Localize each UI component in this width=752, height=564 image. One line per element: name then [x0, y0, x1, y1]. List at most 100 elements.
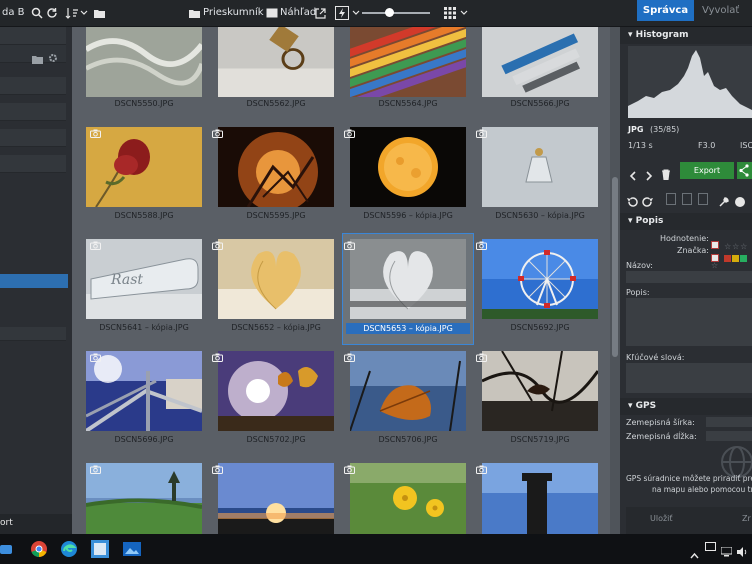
- thumbnail-image[interactable]: [218, 351, 334, 431]
- volume-icon[interactable]: [737, 542, 749, 561]
- thumbnail-cell[interactable]: DSCN5566.JPG: [474, 27, 606, 121]
- arrow-right-icon[interactable]: [645, 166, 653, 185]
- thumbnail-cell[interactable]: DSCN5652 – kópia.JPG: [210, 233, 342, 345]
- thumbnail-filename[interactable]: DSCN5595.JPG: [210, 211, 342, 220]
- color-label-green[interactable]: [740, 255, 748, 262]
- thumbnail-cell[interactable]: DSCN5630 – kópia.JPG: [474, 121, 606, 233]
- folder-tree-selected[interactable]: [0, 274, 68, 288]
- mode-prieskumnik[interactable]: Prieskumník: [203, 7, 264, 18]
- thumbnail-image[interactable]: [86, 463, 202, 534]
- thumbnail-cell[interactable]: [78, 457, 210, 534]
- color-label-yellow[interactable]: [732, 255, 740, 262]
- ulozit-button[interactable]: Uložiť: [650, 514, 673, 523]
- thumbnail-image[interactable]: [350, 239, 466, 319]
- thumbnail-image[interactable]: [482, 351, 598, 431]
- nazov-field[interactable]: [626, 271, 752, 283]
- thumbnail-cell[interactable]: DSCN5562.JPG: [210, 27, 342, 121]
- thumbnail-cell[interactable]: [474, 457, 606, 534]
- thumbnail-image[interactable]: [350, 127, 466, 207]
- color-label-checkbox[interactable]: [711, 254, 719, 262]
- thumbnail-cell[interactable]: [342, 457, 474, 534]
- thumbnail-image[interactable]: [218, 27, 334, 97]
- thumbnail-filename[interactable]: DSCN5652 – kópia.JPG: [210, 323, 342, 332]
- gps-header[interactable]: ▾ GPS: [620, 398, 752, 415]
- folder-tree-row[interactable]: [0, 45, 66, 64]
- thumbnail-filename[interactable]: DSCN5630 – kópia.JPG: [474, 211, 606, 220]
- longitude-field[interactable]: [706, 431, 752, 441]
- thumbnail-filename[interactable]: DSCN5588.JPG: [78, 211, 210, 220]
- thumbnail-image[interactable]: [350, 463, 466, 534]
- export-button[interactable]: Export: [680, 162, 734, 179]
- thumbnail-cell[interactable]: DSCN5692.JPG: [474, 233, 606, 345]
- external-icon[interactable]: [312, 5, 328, 21]
- thumbnail-filename[interactable]: DSCN5653 – kópia.JPG: [346, 323, 470, 334]
- tab-vyvolat[interactable]: Vyvolať: [702, 5, 739, 16]
- preview-icon[interactable]: [264, 5, 280, 21]
- thumbnail-image[interactable]: [86, 127, 202, 207]
- battery-icon[interactable]: [705, 542, 716, 551]
- thumbnail-cell[interactable]: DSCN5550.JPG: [78, 27, 210, 121]
- thumbnail-image[interactable]: [86, 351, 202, 431]
- thumbnail-cell[interactable]: Rast DSCN5641 – kópia.JPG: [78, 233, 210, 345]
- search-icon[interactable]: [29, 5, 45, 21]
- scrollbar-thumb[interactable]: [612, 177, 618, 357]
- thumbnail-size-slider[interactable]: [362, 12, 430, 14]
- folder-tree-row[interactable]: [0, 129, 66, 147]
- thumbnail-image[interactable]: [86, 27, 202, 97]
- color-label-red[interactable]: [724, 255, 732, 262]
- thumbnail-image[interactable]: [218, 463, 334, 534]
- thumbnail-filename[interactable]: DSCN5641 – kópia.JPG: [78, 323, 210, 332]
- thumbnail-filename[interactable]: DSCN5696.JPG: [78, 435, 210, 444]
- thumbnail-image[interactable]: [482, 27, 598, 97]
- chevron-down-icon[interactable]: [76, 5, 92, 21]
- thumbnail-cell[interactable]: DSCN5653 – kópia.JPG: [342, 233, 474, 345]
- latitude-field[interactable]: [706, 417, 752, 427]
- popis-header[interactable]: ▾ Popis: [620, 213, 752, 230]
- thumbnail-image[interactable]: Rast: [86, 239, 202, 319]
- network-icon[interactable]: [720, 542, 733, 561]
- klucove-slova-field[interactable]: [626, 363, 752, 393]
- photos-app-icon[interactable]: [123, 540, 141, 558]
- thumbnail-filename[interactable]: DSCN5692.JPG: [474, 323, 606, 332]
- histogram-header[interactable]: ▾ Histogram: [620, 27, 752, 44]
- folder-tree-row[interactable]: [0, 155, 66, 173]
- chrome-icon[interactable]: [30, 540, 48, 558]
- thumbnail-cell[interactable]: DSCN5696.JPG: [78, 345, 210, 457]
- tab-spravca[interactable]: Správca: [637, 0, 694, 21]
- refresh-icon[interactable]: [44, 5, 60, 21]
- thumbnail-filename[interactable]: DSCN5596 – kópia.JPG: [342, 211, 474, 220]
- thumbnail-cell[interactable]: DSCN5719.JPG: [474, 345, 606, 457]
- thumbnail-image[interactable]: [350, 27, 466, 97]
- zrusit-button[interactable]: Zr: [742, 514, 751, 523]
- thumbnail-filename[interactable]: DSCN5702.JPG: [210, 435, 342, 444]
- move-icon[interactable]: [682, 193, 692, 205]
- chevron-down-icon[interactable]: [456, 5, 472, 21]
- folder-tree-row[interactable]: [0, 77, 66, 95]
- thumbnail-image[interactable]: [218, 127, 334, 207]
- thumbnail-filename[interactable]: DSCN5564.JPG: [342, 99, 474, 108]
- rotate-right-icon[interactable]: [642, 193, 654, 212]
- chevron-up-icon[interactable]: [690, 544, 699, 563]
- folder-tree-row[interactable]: [0, 327, 66, 341]
- thumbnail-cell[interactable]: DSCN5588.JPG: [78, 121, 210, 233]
- thumbnail-filename[interactable]: DSCN5706.JPG: [342, 435, 474, 444]
- share-button[interactable]: [737, 162, 752, 179]
- thumbnail-filename[interactable]: DSCN5566.JPG: [474, 99, 606, 108]
- folder-tree-row[interactable]: [0, 27, 66, 45]
- grid-scrollbar[interactable]: [610, 27, 620, 534]
- thumbnail-cell[interactable]: DSCN5564.JPG: [342, 27, 474, 121]
- thumbnail-cell[interactable]: DSCN5595.JPG: [210, 121, 342, 233]
- rename-icon[interactable]: [698, 193, 708, 205]
- add-folder-icon[interactable]: [32, 49, 43, 68]
- left-panel-footer[interactable]: ort: [0, 514, 72, 534]
- breadcrumb-label[interactable]: da B: [2, 7, 25, 18]
- thumbnail-cell[interactable]: DSCN5596 – kópia.JPG: [342, 121, 474, 233]
- thumbnail-image[interactable]: [218, 239, 334, 319]
- folder-tree-row[interactable]: [0, 103, 66, 121]
- gear-icon[interactable]: [48, 48, 58, 67]
- thumbnail-image[interactable]: [482, 463, 598, 534]
- windows-icon[interactable]: [0, 540, 18, 558]
- thumbnail-cell[interactable]: [210, 457, 342, 534]
- copy-icon[interactable]: [666, 193, 676, 205]
- arrow-left-icon[interactable]: [629, 166, 637, 185]
